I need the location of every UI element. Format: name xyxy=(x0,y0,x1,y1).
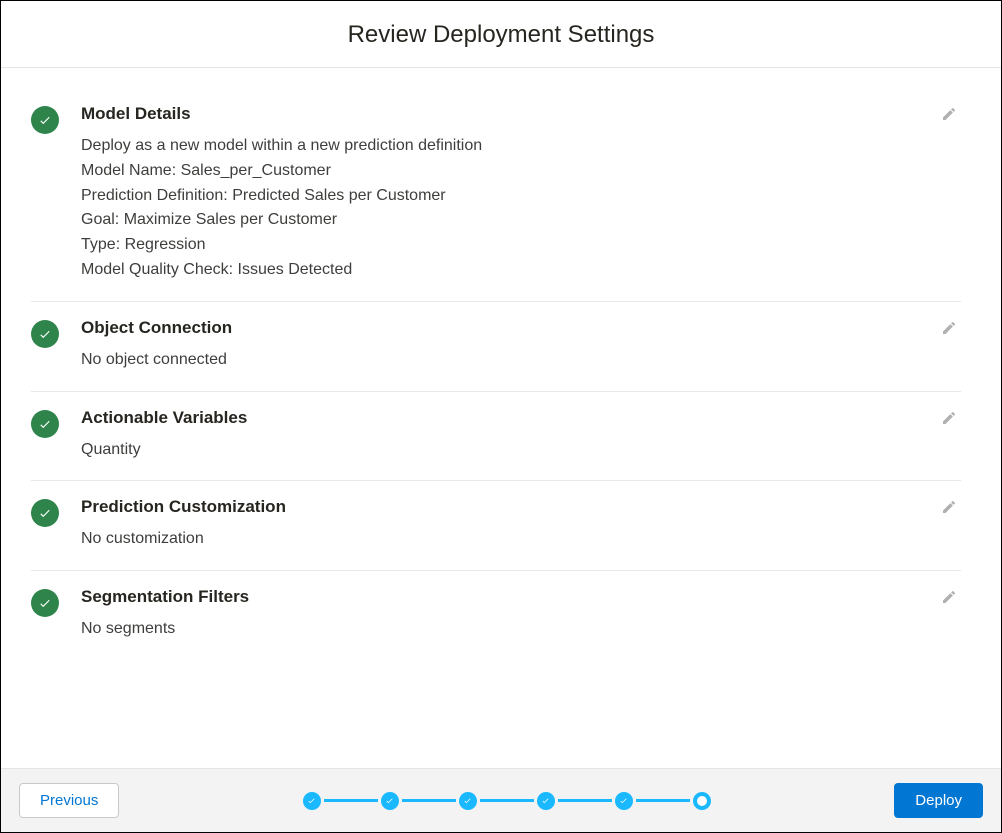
check-icon xyxy=(31,589,59,617)
pencil-icon xyxy=(941,499,957,515)
section-model-details: Model Details Deploy as a new model with… xyxy=(31,88,961,302)
check-icon xyxy=(31,499,59,527)
model-details-line: Goal: Maximize Sales per Customer xyxy=(81,208,961,233)
step-line xyxy=(636,799,690,802)
edit-button-object-connection[interactable] xyxy=(937,316,961,340)
check-icon xyxy=(31,410,59,438)
step-line xyxy=(402,799,456,802)
content-scroll[interactable]: Model Details Deploy as a new model with… xyxy=(1,68,1001,768)
section-title-segmentation-filters: Segmentation Filters xyxy=(81,587,961,607)
check-icon xyxy=(31,106,59,134)
section-title-prediction-customization: Prediction Customization xyxy=(81,497,961,517)
actionable-variables-body: Quantity xyxy=(81,438,961,463)
step-4-done[interactable] xyxy=(537,792,555,810)
pencil-icon xyxy=(941,106,957,122)
section-actionable-variables: Actionable Variables Quantity xyxy=(31,392,961,482)
step-3-done[interactable] xyxy=(459,792,477,810)
page-header: Review Deployment Settings xyxy=(1,1,1001,68)
edit-button-prediction-customization[interactable] xyxy=(937,495,961,519)
step-line xyxy=(324,799,378,802)
model-details-line: Model Name: Sales_per_Customer xyxy=(81,159,961,184)
page-title: Review Deployment Settings xyxy=(1,21,1001,49)
section-object-connection: Object Connection No object connected xyxy=(31,302,961,392)
step-line xyxy=(480,799,534,802)
pencil-icon xyxy=(941,320,957,336)
section-segmentation-filters: Segmentation Filters No segments xyxy=(31,571,961,660)
model-details-line: Model Quality Check: Issues Detected xyxy=(81,258,961,283)
edit-button-model-details[interactable] xyxy=(937,102,961,126)
section-title-model-details: Model Details xyxy=(81,104,961,124)
footer: Previous Deploy xyxy=(1,768,1001,832)
step-1-done[interactable] xyxy=(303,792,321,810)
section-prediction-customization: Prediction Customization No customizatio… xyxy=(31,481,961,571)
step-5-done[interactable] xyxy=(615,792,633,810)
content: Model Details Deploy as a new model with… xyxy=(1,68,1001,670)
prediction-customization-body: No customization xyxy=(81,527,961,552)
segmentation-filters-body: No segments xyxy=(81,617,961,642)
check-icon xyxy=(31,320,59,348)
section-title-actionable-variables: Actionable Variables xyxy=(81,408,961,428)
model-details-line: Prediction Definition: Predicted Sales p… xyxy=(81,184,961,209)
progress-stepper xyxy=(303,792,711,810)
step-2-done[interactable] xyxy=(381,792,399,810)
model-details-line: Deploy as a new model within a new predi… xyxy=(81,134,961,159)
pencil-icon xyxy=(941,589,957,605)
edit-button-actionable-variables[interactable] xyxy=(937,406,961,430)
pencil-icon xyxy=(941,410,957,426)
edit-button-segmentation-filters[interactable] xyxy=(937,585,961,609)
model-details-line: Type: Regression xyxy=(81,233,961,258)
object-connection-body: No object connected xyxy=(81,348,961,373)
step-6-current[interactable] xyxy=(693,792,711,810)
section-title-object-connection: Object Connection xyxy=(81,318,961,338)
step-line xyxy=(558,799,612,802)
deploy-button[interactable]: Deploy xyxy=(894,783,983,818)
previous-button[interactable]: Previous xyxy=(19,783,119,818)
